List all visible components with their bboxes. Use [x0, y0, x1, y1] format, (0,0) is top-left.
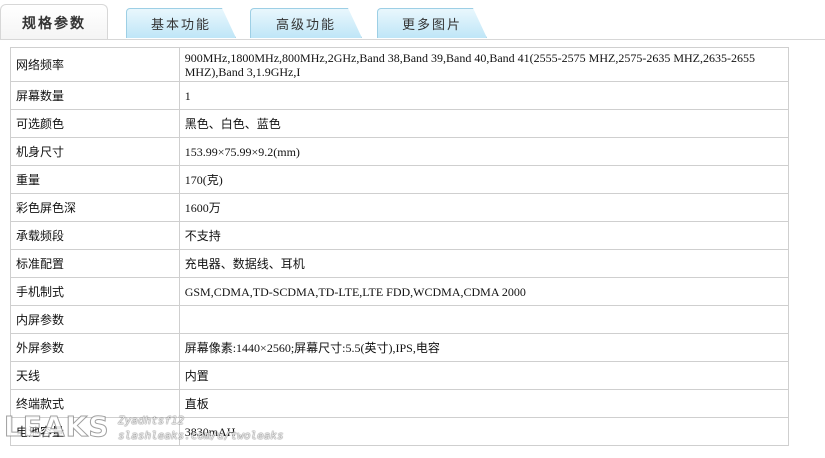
spec-value: 170(克) — [178, 165, 790, 194]
spec-value: 直板 — [178, 389, 790, 418]
spec-key: 内屏参数 — [10, 305, 180, 334]
spec-key: 屏幕数量 — [10, 81, 180, 110]
table-row: 可选颜色 黑色、白色、蓝色 — [10, 109, 790, 138]
spec-key: 彩色屏色深 — [10, 193, 180, 222]
spec-value — [178, 305, 790, 334]
table-row: 终端款式 直板 — [10, 389, 790, 418]
spec-value: 1600万 — [178, 193, 790, 222]
table-row: 外屏参数 屏幕像素:1440×2560;屏幕尺寸:5.5(英寸),IPS,电容 — [10, 333, 790, 362]
tab-advanced-functions[interactable]: 高级功能 — [250, 8, 362, 38]
spec-value: 3830mAH — [178, 417, 790, 446]
table-row: 手机制式 GSM,CDMA,TD-SCDMA,TD-LTE,LTE FDD,WC… — [10, 277, 790, 306]
table-row: 承载频段 不支持 — [10, 221, 790, 250]
table-row: 内屏参数 — [10, 305, 790, 334]
spec-key: 承载频段 — [10, 221, 180, 250]
table-row: 重量 170(克) — [10, 165, 790, 194]
table-row: 标准配置 充电器、数据线、耳机 — [10, 249, 790, 278]
spec-value: 1 — [178, 81, 790, 110]
spec-value: 内置 — [178, 361, 790, 390]
spec-key: 手机制式 — [10, 277, 180, 306]
spec-key: 电池容量 — [10, 417, 180, 446]
spec-value: GSM,CDMA,TD-SCDMA,TD-LTE,LTE FDD,WCDMA,C… — [178, 277, 790, 306]
spec-value: 153.99×75.99×9.2(mm) — [178, 137, 790, 166]
spec-value: 不支持 — [178, 221, 790, 250]
table-row: 网络频率 900MHz,1800MHz,800MHz,2GHz,Band 38,… — [10, 47, 790, 82]
spec-key: 外屏参数 — [10, 333, 180, 362]
spec-key: 可选颜色 — [10, 109, 180, 138]
spec-key: 终端款式 — [10, 389, 180, 418]
spec-value: 屏幕像素:1440×2560;屏幕尺寸:5.5(英寸),IPS,电容 — [178, 333, 790, 362]
spec-key: 机身尺寸 — [10, 137, 180, 166]
tab-more-images[interactable]: 更多图片 — [377, 8, 487, 38]
spec-value: 900MHz,1800MHz,800MHz,2GHz,Band 38,Band … — [178, 47, 790, 82]
spec-key: 标准配置 — [10, 249, 180, 278]
table-row: 机身尺寸 153.99×75.99×9.2(mm) — [10, 137, 790, 166]
spec-panel: 网络频率 900MHz,1800MHz,800MHz,2GHz,Band 38,… — [10, 47, 790, 446]
spec-key: 网络频率 — [10, 47, 180, 82]
tab-specs[interactable]: 规格参数 — [0, 4, 108, 40]
table-row: 屏幕数量 1 — [10, 81, 790, 110]
spec-key: 天线 — [10, 361, 180, 390]
spec-value: 充电器、数据线、耳机 — [178, 249, 790, 278]
table-row: 天线 内置 — [10, 361, 790, 390]
spec-value: 黑色、白色、蓝色 — [178, 109, 790, 138]
spec-table: 网络频率 900MHz,1800MHz,800MHz,2GHz,Band 38,… — [10, 47, 790, 446]
table-row: 电池容量 3830mAH — [10, 417, 790, 446]
spec-key: 重量 — [10, 165, 180, 194]
tab-basic-functions[interactable]: 基本功能 — [126, 8, 236, 38]
tab-bar: 规格参数 基本功能 高级功能 更多图片 — [0, 0, 825, 40]
tab-divider — [0, 39, 825, 40]
table-row: 彩色屏色深 1600万 — [10, 193, 790, 222]
